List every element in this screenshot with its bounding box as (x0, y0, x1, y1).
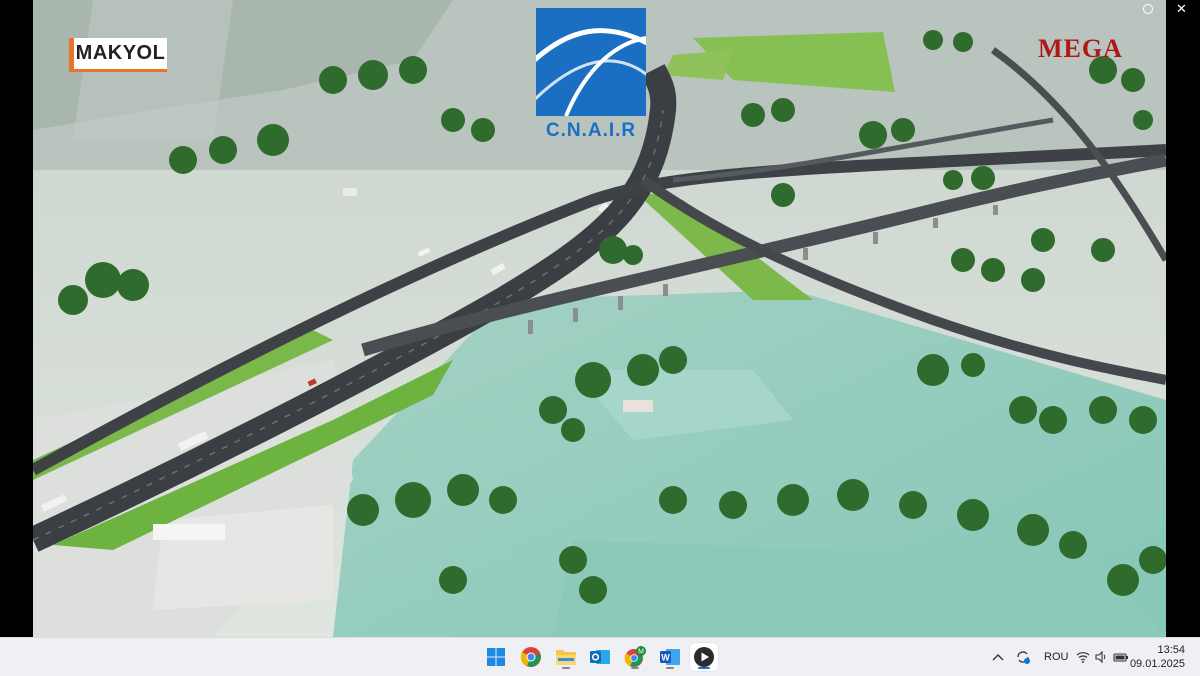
running-indicator (666, 667, 674, 669)
tray-volume[interactable] (1095, 638, 1109, 676)
video-frame[interactable]: MAKYOL C.N.A.I.R MEGA (33, 0, 1166, 637)
cnair-logo: C.N.A.I.R (536, 8, 646, 142)
chrome-profile-button[interactable]: M (621, 643, 649, 671)
media-player-icon (694, 647, 714, 667)
chrome-icon (520, 647, 541, 667)
language-indicator[interactable]: ROU (1044, 638, 1068, 676)
svg-text:M: M (638, 649, 644, 656)
running-indicator (562, 667, 570, 669)
clock-date: 09.01.2025 (1129, 658, 1185, 670)
clock-time: 13:54 (1157, 644, 1185, 656)
chrome-button[interactable] (517, 643, 545, 671)
chrome-profile-icon: M (624, 646, 646, 667)
running-indicator (631, 667, 639, 669)
outlook-button[interactable] (586, 643, 614, 671)
word-icon: W (660, 649, 680, 665)
tray-wifi[interactable] (1076, 638, 1090, 676)
chevron-up-icon (992, 654, 1004, 661)
clock[interactable]: 13:54 09.01.2025 (1130, 643, 1185, 671)
window-controls: ✕ (1140, 0, 1200, 24)
tray-sync[interactable] (1015, 638, 1031, 676)
outlook-icon (590, 650, 610, 664)
windows-start-icon (487, 648, 505, 666)
wifi-icon (1076, 652, 1090, 663)
letterbox-right (1166, 0, 1200, 637)
file-explorer-icon (556, 650, 576, 665)
language-label: ROU (1044, 651, 1069, 663)
volume-icon (1095, 651, 1106, 663)
active-indicator (698, 667, 710, 669)
letterbox-left (0, 0, 33, 637)
sync-icon (1017, 651, 1030, 664)
close-icon[interactable]: ✕ (1176, 2, 1187, 17)
mega-logo: MEGA (1038, 34, 1123, 64)
dot-icon[interactable] (1143, 4, 1153, 14)
battery-icon (1113, 653, 1128, 662)
media-player-button[interactable] (690, 643, 718, 671)
tray-battery[interactable] (1113, 638, 1129, 676)
svg-text:W: W (661, 653, 670, 663)
makyol-logo-text: MAKYOL (75, 42, 166, 64)
word-button[interactable]: W (656, 643, 684, 671)
makyol-logo: MAKYOL (69, 38, 167, 72)
taskbar: M W ROU 13:54 09.01.2025 (0, 637, 1200, 676)
tray-chevron[interactable] (992, 638, 1004, 676)
file-explorer-button[interactable] (552, 643, 580, 671)
mega-logo-text: MEGA (1038, 34, 1123, 63)
cnair-logo-emblem (536, 8, 646, 116)
cnair-logo-text: C.N.A.I.R (545, 120, 637, 141)
windows-start-button[interactable] (482, 643, 510, 671)
